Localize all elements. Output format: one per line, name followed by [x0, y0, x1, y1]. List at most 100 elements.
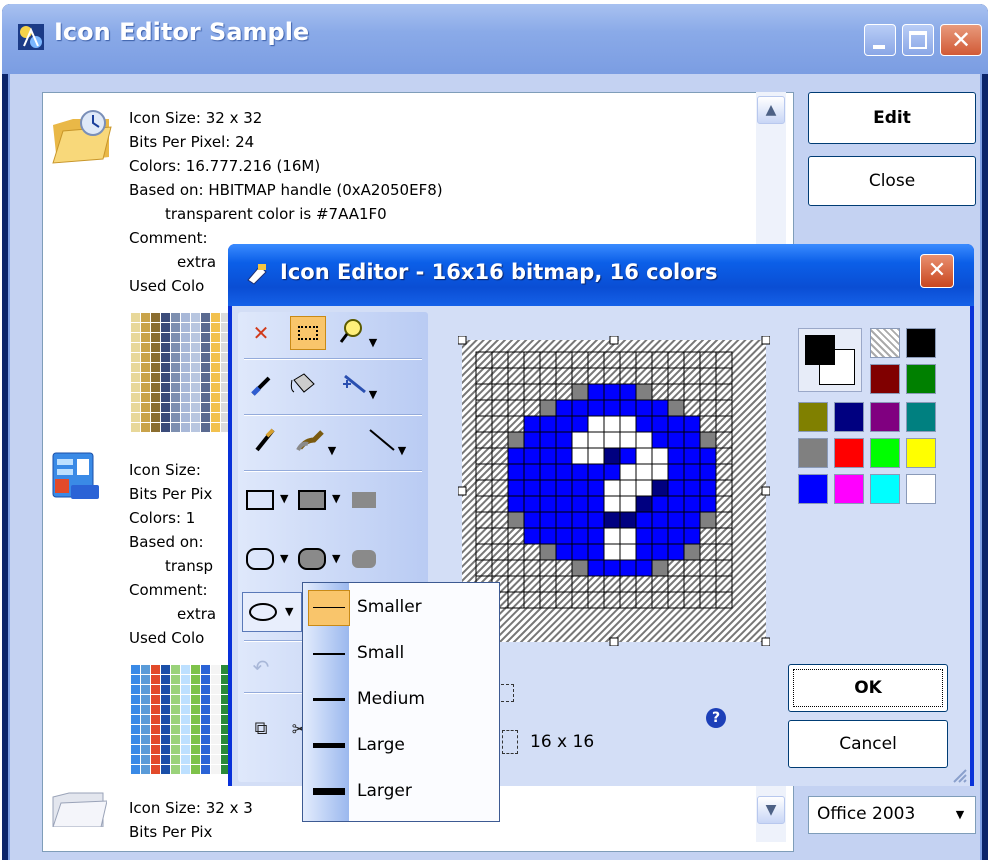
- canvas-pixel[interactable]: [715, 399, 733, 417]
- canvas-pixel[interactable]: [715, 367, 733, 385]
- canvas-pixel[interactable]: [619, 415, 637, 433]
- canvas-pixel[interactable]: [683, 351, 701, 369]
- canvas-pixel[interactable]: [475, 351, 493, 369]
- canvas-pixel[interactable]: [539, 367, 557, 385]
- canvas-pixel[interactable]: [507, 463, 525, 481]
- canvas-pixel[interactable]: [619, 575, 637, 593]
- canvas-pixel[interactable]: [715, 559, 733, 577]
- canvas-pixel[interactable]: [491, 511, 509, 529]
- canvas-pixel[interactable]: [571, 463, 589, 481]
- canvas-pixel[interactable]: [539, 383, 557, 401]
- rectangle-flat-icon[interactable]: [352, 492, 376, 508]
- canvas-pixel[interactable]: [635, 415, 653, 433]
- palette-swatch[interactable]: [906, 402, 936, 432]
- pencil-icon[interactable]: [250, 426, 280, 456]
- canvas-pixel[interactable]: [539, 415, 557, 433]
- canvas-pixel[interactable]: [571, 399, 589, 417]
- palette-swatch[interactable]: [798, 438, 828, 468]
- canvas-pixel[interactable]: [555, 351, 573, 369]
- canvas-pixel[interactable]: [715, 447, 733, 465]
- canvas-pixel[interactable]: [491, 367, 509, 385]
- undo-icon[interactable]: ↶: [246, 652, 276, 682]
- canvas-pixel[interactable]: [715, 527, 733, 545]
- rounded-rect-filled-icon[interactable]: [298, 548, 326, 570]
- edit-button[interactable]: Edit: [808, 92, 976, 144]
- canvas-pixel[interactable]: [507, 367, 525, 385]
- canvas-pixel[interactable]: [699, 383, 717, 401]
- canvas-pixel[interactable]: [699, 415, 717, 433]
- resize-grip-icon[interactable]: [950, 766, 968, 784]
- canvas-pixel[interactable]: [539, 543, 557, 561]
- canvas-pixel[interactable]: [571, 591, 589, 609]
- canvas-pixel[interactable]: [523, 447, 541, 465]
- canvas-pixel[interactable]: [619, 351, 637, 369]
- canvas-pixel[interactable]: [555, 479, 573, 497]
- canvas-pixel[interactable]: [491, 463, 509, 481]
- canvas-pixel[interactable]: [587, 591, 605, 609]
- maximize-button[interactable]: [902, 24, 934, 56]
- dropdown-arrow-icon[interactable]: ▼: [280, 492, 288, 505]
- palette-swatch[interactable]: [906, 328, 936, 358]
- magic-wand-button[interactable]: ▼: [330, 370, 386, 401]
- canvas-pixel[interactable]: [683, 495, 701, 513]
- canvas-pixel[interactable]: [539, 575, 557, 593]
- canvas-pixel[interactable]: [715, 543, 733, 561]
- menu-item-large[interactable]: Large: [303, 725, 499, 767]
- canvas-pixel[interactable]: [699, 591, 717, 609]
- canvas-pixel[interactable]: [539, 431, 557, 449]
- canvas-pixel[interactable]: [603, 575, 621, 593]
- canvas-pixel[interactable]: [507, 447, 525, 465]
- canvas-pixel[interactable]: [475, 415, 493, 433]
- resize-handle[interactable]: [761, 637, 770, 646]
- resize-handle[interactable]: [458, 336, 467, 345]
- ellipse-button[interactable]: ▼: [242, 592, 302, 632]
- canvas-pixel[interactable]: [491, 495, 509, 513]
- canvas-pixel[interactable]: [571, 559, 589, 577]
- canvas-pixel[interactable]: [555, 527, 573, 545]
- canvas-pixel[interactable]: [587, 479, 605, 497]
- canvas-pixel[interactable]: [651, 431, 669, 449]
- help-icon[interactable]: ?: [706, 708, 726, 728]
- canvas-pixel[interactable]: [667, 351, 685, 369]
- canvas-pixel[interactable]: [715, 511, 733, 529]
- canvas-pixel[interactable]: [587, 447, 605, 465]
- canvas-pixel[interactable]: [491, 479, 509, 497]
- cancel-button[interactable]: Cancel: [788, 720, 948, 768]
- canvas-pixel[interactable]: [715, 591, 733, 609]
- canvas-pixel[interactable]: [651, 527, 669, 545]
- canvas-pixel[interactable]: [603, 383, 621, 401]
- copy-icon[interactable]: ⧉: [246, 714, 276, 744]
- canvas-pixel[interactable]: [523, 511, 541, 529]
- canvas-pixel[interactable]: [667, 415, 685, 433]
- canvas-pixel[interactable]: [651, 383, 669, 401]
- canvas-pixel[interactable]: [667, 383, 685, 401]
- canvas-pixel[interactable]: [651, 399, 669, 417]
- canvas-pixel[interactable]: [667, 431, 685, 449]
- canvas-pixel[interactable]: [523, 575, 541, 593]
- canvas-pixel[interactable]: [555, 415, 573, 433]
- canvas-pixel[interactable]: [539, 479, 557, 497]
- canvas-pixel[interactable]: [555, 495, 573, 513]
- canvas-pixel[interactable]: [651, 479, 669, 497]
- canvas-pixel[interactable]: [507, 495, 525, 513]
- canvas-pixel[interactable]: [715, 463, 733, 481]
- canvas-pixel[interactable]: [523, 479, 541, 497]
- rectangle-outline-icon[interactable]: [246, 490, 274, 510]
- resize-handle[interactable]: [458, 486, 467, 496]
- canvas-pixel[interactable]: [587, 575, 605, 593]
- canvas-pixel[interactable]: [523, 351, 541, 369]
- zoom-button[interactable]: ▼: [334, 316, 382, 349]
- canvas-pixel[interactable]: [635, 463, 653, 481]
- canvas-pixel[interactable]: [603, 431, 621, 449]
- canvas-pixel[interactable]: [635, 367, 653, 385]
- canvas-pixel[interactable]: [475, 495, 493, 513]
- canvas-pixel[interactable]: [683, 415, 701, 433]
- canvas-pixel[interactable]: [619, 479, 637, 497]
- canvas-pixel[interactable]: [539, 399, 557, 417]
- canvas-pixel[interactable]: [523, 383, 541, 401]
- canvas-pixel[interactable]: [603, 527, 621, 545]
- canvas-pixel[interactable]: [603, 399, 621, 417]
- canvas-pixel[interactable]: [683, 543, 701, 561]
- canvas-pixel[interactable]: [523, 543, 541, 561]
- canvas-pixel[interactable]: [667, 543, 685, 561]
